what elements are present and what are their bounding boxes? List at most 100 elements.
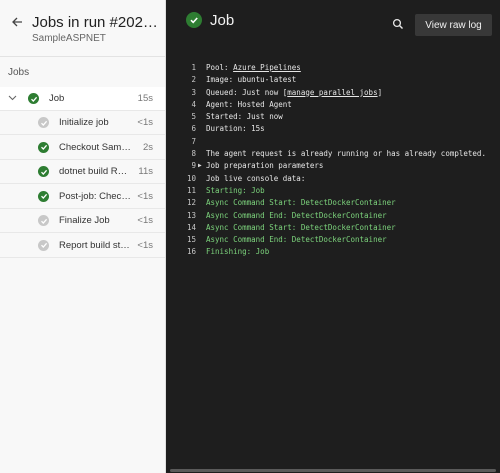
line-number: 5 [191,112,196,122]
job-label: Job [49,93,65,104]
log-text: Async Command End: DetectDockerContainer [206,234,387,246]
log-line: 9 ▶ Job preparation parameters [180,160,496,172]
log-segment: Async Command Start: DetectDockerContain… [206,198,396,208]
search-icon[interactable] [392,17,404,29]
log-text: Pool: Azure Pipelines [206,62,301,74]
log-link[interactable]: manage parallel jobs [287,88,377,97]
log-line: 14 Async Command Start: DetectDockerConta… [180,222,496,234]
log-segment: Starting: Job [206,185,265,195]
success-check-icon [186,12,202,28]
step-label: Finalize Job [59,215,110,226]
line-number: 9 [191,161,196,171]
log-line: 11 Starting: Job [180,185,496,197]
chevron-down-icon[interactable] [8,93,18,104]
log-text: The agent request is already running or … [206,148,486,160]
step-row[interactable]: Checkout Sampl… 2s [0,136,165,160]
success-check-icon [28,93,39,104]
line-number: 12 [186,198,196,208]
step-label: Report build st… [59,239,130,251]
log-line: 2 Image: ubuntu-latest [180,74,496,86]
line-number: 1 [191,63,196,72]
log-text: Starting: Job [206,185,265,197]
step-duration: <1s [137,117,153,128]
line-number: 6 [191,124,196,134]
log-line: 13 Async Command End: DetectDockerContain… [180,210,496,222]
success-check-icon [38,166,49,177]
step-row[interactable]: dotnet build Rel… 11s [0,160,165,184]
log-text: Agent: Hosted Agent [206,99,292,111]
log-segment: Async Command End: DetectDockerContainer [206,210,387,220]
log-text: Started: Just now [206,111,283,123]
log-text: Async Command End: DetectDockerContainer [206,210,387,222]
log-text: Queued: Just now [manage parallel jobs] [206,87,382,99]
log-text: Image: ubuntu-latest [206,74,296,86]
log-segment: ] [377,87,383,97]
log-line: 6 Duration: 15s [180,123,496,135]
log-output: 1 Pool: Azure Pipelines 2 Image: ubuntu-lat… [180,62,496,259]
line-number: 3 [191,87,196,97]
log-segment: Duration: 15s [206,124,265,134]
log-line: 8 The agent request is already running or… [180,148,496,160]
log-segment: Pool: [206,63,234,72]
view-raw-log-button[interactable]: View raw log [415,14,492,36]
line-number: 7 [191,136,196,146]
job-duration: 15s [137,93,153,104]
step-row[interactable]: Post-job: Check… <1s [0,185,165,209]
step-label: dotnet build Rel… [59,166,131,177]
log-line: 7 [180,136,496,148]
pipeline-name: SampleASPNET [32,33,106,44]
jobs-sidebar: Jobs in run #20230… SampleASPNET Jobs Jo… [0,0,166,473]
line-number: 16 [186,247,196,257]
success-check-icon [38,141,49,153]
expand-arrow-icon[interactable]: ▶ [198,160,202,172]
log-segment: Queued: Just now [ [206,87,288,97]
log-line: 4 Agent: Hosted Agent [180,99,496,111]
job-row[interactable]: Job 15s [0,87,165,111]
step-duration: <1s [137,215,153,226]
back-arrow-icon[interactable] [10,15,24,29]
step-duration: 11s [138,166,153,177]
log-line: 1 Pool: Azure Pipelines [180,62,496,74]
line-number: 14 [186,222,196,232]
log-text: Duration: 15s [206,123,265,135]
horizontal-scrollbar[interactable] [170,469,496,472]
log-segment: Job live console data: [206,173,306,183]
log-link[interactable]: Azure Pipelines [233,63,301,72]
log-line: 12 Async Command Start: DetectDockerConta… [180,197,496,209]
log-line: 16 Finishing: Job [180,246,496,258]
step-duration: <1s [137,239,153,251]
log-panel: Job View raw log 1 Pool: Azure Pipelines 2… [166,0,500,473]
log-segment: Started: Just now [206,112,283,122]
step-duration: <1s [137,190,153,202]
log-text: Async Command Start: DetectDockerContain… [206,222,396,234]
log-line: 5 Started: Just now [180,111,496,123]
line-number: 11 [186,185,196,195]
log-segment: Job preparation parameters [206,161,324,171]
jobs-section-label: Jobs [8,67,30,78]
log-segment: Async Command Start: DetectDockerContain… [206,222,396,232]
log-segment: Image: ubuntu-latest [206,75,297,85]
success-check-icon [38,190,49,202]
line-number: 15 [186,235,196,245]
divider [0,56,165,57]
log-text: Finishing: Job [206,246,269,258]
step-row[interactable]: Finalize Job <1s [0,209,165,233]
log-text: Async Command Start: DetectDockerContain… [206,197,396,209]
log-line: 3 Queued: Just now [manage parallel jobs] [180,87,496,99]
log-text: Job live console data: [206,173,305,185]
log-segment: The agent request is already running or … [206,149,486,159]
pending-circle-icon [38,239,49,251]
log-line: 15 Async Command End: DetectDockerContain… [180,234,496,246]
step-label: Checkout Sampl… [59,141,131,153]
step-row[interactable]: Initialize job <1s [0,111,165,135]
log-text: Job preparation parameters [206,160,323,172]
step-row[interactable]: Report build st… <1s [0,234,165,258]
run-title: Jobs in run #20230… [32,14,158,31]
line-number: 10 [186,173,196,183]
step-label: Post-job: Check… [59,190,131,202]
pending-circle-icon [38,215,49,226]
line-number: 8 [191,149,196,159]
line-number: 4 [191,99,196,109]
line-number: 2 [191,75,196,85]
pending-circle-icon [38,117,49,128]
